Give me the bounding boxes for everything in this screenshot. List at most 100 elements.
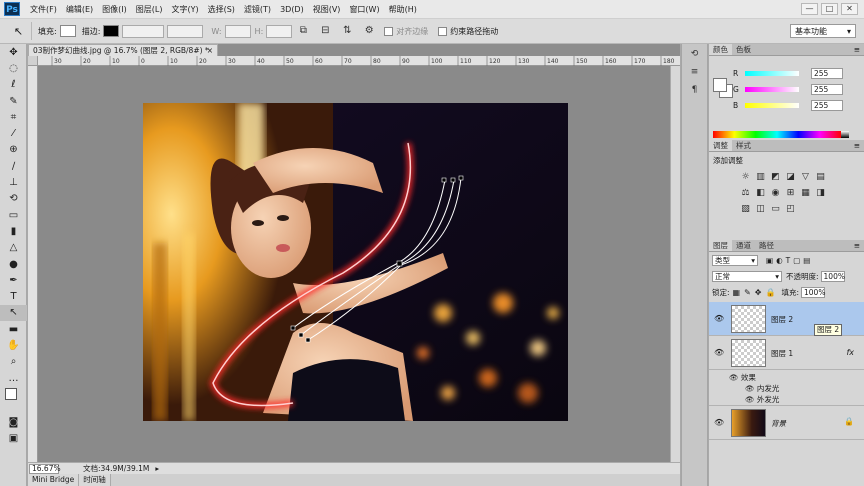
gear-icon[interactable]: ⚙ (362, 24, 376, 38)
vertical-ruler[interactable] (28, 66, 38, 462)
eraser-tool[interactable]: ▭ (0, 207, 27, 223)
healing-tool[interactable]: ⊕ (0, 142, 27, 158)
black-white-icon[interactable]: ◧ (754, 186, 767, 200)
selective-color-icon[interactable]: ◰ (784, 202, 797, 216)
channel-slider[interactable] (745, 86, 799, 92)
shape-tool[interactable]: ▬ (0, 321, 27, 337)
quick-mask-button[interactable]: ◙ (0, 414, 27, 430)
extra-tools[interactable]: … (0, 370, 27, 386)
blend-mode-dropdown[interactable]: 正常 ▾ (712, 270, 782, 282)
eyedropper-tool[interactable]: ⁄ (0, 125, 27, 141)
layer-name[interactable]: 图层 1 (771, 348, 793, 359)
ruler-origin[interactable] (28, 56, 38, 66)
color-spectrum-bw[interactable] (841, 131, 849, 138)
channel-value[interactable]: 255 (811, 67, 843, 79)
constrain-path-checkbox[interactable] (438, 26, 448, 36)
panel-menu-icon[interactable]: ≡ (854, 44, 864, 55)
eye-icon[interactable]: 👁 (714, 348, 724, 357)
vertical-scrollbar[interactable] (670, 66, 680, 462)
pen-tool[interactable]: ✒ (0, 272, 27, 288)
tab-layers[interactable]: 图层 (709, 240, 732, 251)
effect-outer-glow[interactable]: 👁 外发光 (745, 394, 779, 405)
path-alignment-icon[interactable]: ⊟ (318, 24, 332, 38)
dodge-tool[interactable]: ● (0, 256, 27, 272)
width-field[interactable] (224, 24, 251, 38)
eye-icon[interactable]: 👁 (729, 373, 741, 382)
color-spectrum[interactable] (713, 131, 841, 138)
zoom-tool[interactable]: ⌕ (0, 354, 27, 370)
path-arrangement-icon[interactable]: ⇅ (340, 24, 354, 38)
paragraph-icon[interactable]: ¶ (684, 83, 705, 98)
eye-icon[interactable]: 👁 (745, 395, 757, 404)
brush-tool[interactable]: ∕ (0, 158, 27, 174)
document-tab[interactable]: 03制作梦幻曲线.jpg @ 16.7% (图层 2, RGB/8#) * × (28, 44, 218, 56)
posterize-icon[interactable]: ▧ (739, 202, 752, 216)
gradient-map-icon[interactable]: ▭ (769, 202, 782, 216)
lock-icon[interactable]: 🔒 (766, 288, 776, 297)
photo-filter-icon[interactable]: ◉ (769, 186, 782, 200)
channel-slider[interactable] (745, 102, 799, 108)
menu-layer[interactable]: 图层(L) (136, 4, 163, 15)
canvas-image[interactable] (143, 103, 568, 421)
panel-foreground-color[interactable] (713, 78, 727, 92)
properties-icon[interactable]: ≡ (684, 65, 705, 80)
invert-icon[interactable]: ◨ (814, 186, 827, 200)
constrain-path-option[interactable]: 约束路径拖动 (438, 26, 498, 37)
menu-help[interactable]: 帮助(H) (389, 4, 417, 15)
tab-paths[interactable]: 路径 (755, 240, 778, 251)
brightness-icon[interactable]: ☼ (739, 170, 752, 184)
threshold-icon[interactable]: ◫ (754, 202, 767, 216)
menu-window[interactable]: 窗口(W) (349, 4, 379, 15)
hue-saturation-icon[interactable]: ▤ (814, 170, 827, 184)
stroke-swatch[interactable] (103, 25, 120, 37)
eye-icon[interactable]: 👁 (745, 384, 757, 393)
tab-adjustments[interactable]: 调整 (709, 140, 732, 151)
tab-mini-bridge[interactable]: Mini Bridge (28, 474, 80, 486)
menu-file[interactable]: 文件(F) (30, 4, 57, 15)
tab-channels[interactable]: 通道 (732, 240, 755, 251)
close-icon[interactable]: × (207, 45, 213, 56)
maximize-button[interactable]: □ (821, 3, 838, 15)
minimize-button[interactable]: — (801, 3, 818, 15)
horizontal-ruler[interactable]: 30 20 10 0 10 20 30 40 50 60 70 80 90 100 110 120 130 140… (38, 56, 680, 66)
color-balance-icon[interactable]: ⚖ (739, 186, 752, 200)
move-tool[interactable]: ✥ (0, 44, 27, 60)
close-button[interactable]: ✕ (841, 3, 858, 15)
layer-name[interactable]: 背景 (771, 418, 786, 429)
lock-brush-icon[interactable]: ✎ (744, 288, 751, 297)
layer-row-layer2[interactable]: 👁 图层 2 图层 2 (709, 302, 864, 336)
channel-mixer-icon[interactable]: ⊞ (784, 186, 797, 200)
history-brush-tool[interactable]: ⟲ (0, 191, 27, 207)
layer-row-layer1[interactable]: 👁 图层 1 fx (709, 336, 864, 370)
channel-slider[interactable] (745, 70, 799, 76)
panel-menu-icon[interactable]: ≡ (854, 240, 864, 251)
menu-edit[interactable]: 编辑(E) (66, 4, 93, 15)
blur-tool[interactable]: △ (0, 240, 27, 256)
stroke-type-dropdown[interactable] (167, 24, 204, 38)
path-operations-icon[interactable]: ⧉ (296, 24, 310, 38)
zoom-field[interactable]: 16.67% (29, 463, 61, 474)
type-tool[interactable]: T (0, 288, 27, 304)
curves-icon[interactable]: ◩ (769, 170, 782, 184)
opacity-field[interactable]: 100% (820, 270, 845, 282)
fx-icon[interactable]: fx (846, 348, 854, 357)
crop-tool[interactable]: ⌗ (0, 109, 27, 125)
path-selection-tool[interactable]: ↖ (0, 304, 27, 322)
layer-filter-dropdown[interactable]: 类型 ▾ (712, 254, 758, 266)
stroke-width-field[interactable] (122, 24, 165, 38)
layer-name[interactable]: 图层 2 (771, 314, 793, 325)
menu-view[interactable]: 视图(V) (313, 4, 341, 15)
menu-image[interactable]: 图像(I) (102, 4, 127, 15)
foreground-color[interactable] (5, 388, 17, 401)
effect-inner-glow[interactable]: 👁 内发光 (745, 383, 779, 394)
lock-transparent-icon[interactable]: ▦ (733, 288, 741, 297)
marquee-tool[interactable]: ◌ (0, 60, 27, 76)
tab-swatches[interactable]: 色板 (732, 44, 755, 55)
color-swatches[interactable] (0, 386, 26, 414)
tab-color[interactable]: 颜色 (709, 44, 732, 55)
channel-value[interactable]: 255 (811, 99, 843, 111)
vibrance-icon[interactable]: ▽ (799, 170, 812, 184)
exposure-icon[interactable]: ◪ (784, 170, 797, 184)
clone-stamp-tool[interactable]: ⊥ (0, 174, 27, 190)
align-edges-option[interactable]: 对齐边缘 (384, 26, 428, 37)
